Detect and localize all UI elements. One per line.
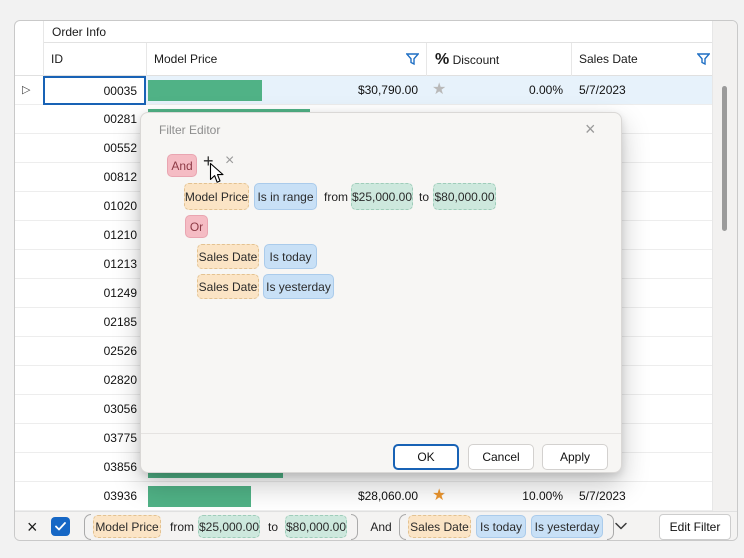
cell-id: 00035 xyxy=(45,77,146,105)
group-bracket xyxy=(351,514,358,540)
apply-button[interactable]: Apply xyxy=(542,444,608,470)
cell-discount: 0.00% xyxy=(426,76,571,104)
filter-field-pill[interactable]: Sales Date xyxy=(408,515,471,538)
check-icon xyxy=(55,522,66,531)
condition-field-pill[interactable]: Model Price xyxy=(184,183,249,210)
dialog-footer-divider xyxy=(141,433,621,434)
condition-value-pill[interactable]: $25,000.00 xyxy=(351,183,413,210)
cell-price: $30,790.00 xyxy=(146,76,426,104)
group-bracket xyxy=(607,514,614,540)
filter-field-pill[interactable]: Model Price xyxy=(93,515,161,538)
close-filter-icon[interactable]: × xyxy=(27,514,38,540)
filter-icon[interactable] xyxy=(697,53,710,66)
cell-id: 02526 xyxy=(43,337,146,365)
condition-value-pill[interactable]: $80,000.00 xyxy=(433,183,496,210)
cancel-button[interactable]: Cancel xyxy=(468,444,534,470)
filter-enabled-checkbox[interactable] xyxy=(51,517,70,536)
column-header-id[interactable]: ID xyxy=(51,43,63,76)
cell-id: 03056 xyxy=(43,395,146,423)
remove-condition-icon[interactable]: × xyxy=(225,152,234,170)
close-icon[interactable]: × xyxy=(585,117,596,141)
column-header-model-price[interactable]: Model Price xyxy=(154,43,217,76)
cell-id: 01249 xyxy=(43,279,146,307)
filter-icon[interactable] xyxy=(406,53,419,66)
column-header-discount[interactable]: % Discount xyxy=(435,43,499,76)
filter-operator-pill[interactable]: Is today xyxy=(476,515,526,538)
cell-discount: 10.00% xyxy=(426,482,571,510)
focused-cell[interactable]: 00035 xyxy=(43,76,146,105)
band-header[interactable]: Order Info xyxy=(43,21,712,43)
app-window: Order Info ID Model Price % Discount Sal… xyxy=(0,0,744,558)
cell-date: 5/7/2023 xyxy=(571,482,712,510)
group-operator-pill[interactable]: Or xyxy=(185,215,208,238)
condition-text: from xyxy=(324,183,348,210)
band-header-label: Order Info xyxy=(52,25,106,39)
condition-operator-pill[interactable]: Is in range xyxy=(254,183,317,210)
group-bracket xyxy=(399,514,406,540)
root-operator-pill[interactable]: And xyxy=(167,154,197,177)
cell-id: 00552 xyxy=(43,134,146,162)
cell-id: 03856 xyxy=(43,453,146,481)
mouse-cursor xyxy=(209,162,226,185)
filter-operator-pill[interactable]: Is yesterday xyxy=(531,515,603,538)
cell-id: 00281 xyxy=(43,105,146,133)
filter-panel: × Model Price from $25,000.00 to $80,000… xyxy=(15,511,737,541)
column-header-sales-date[interactable]: Sales Date xyxy=(579,43,638,76)
table-row[interactable]: 03936 $28,060.00 ★ 10.00% 5/7/2023 xyxy=(15,482,712,511)
condition-text: to xyxy=(417,183,431,210)
cell-id: 01210 xyxy=(43,221,146,249)
filter-text: from xyxy=(167,512,197,541)
condition-field-pill[interactable]: Sales Date xyxy=(197,274,259,299)
percent-icon: % xyxy=(435,51,449,68)
condition-field-pill[interactable]: Sales Date xyxy=(197,244,259,269)
cell-price: $28,060.00 xyxy=(146,482,426,510)
edit-filter-button[interactable]: Edit Filter xyxy=(659,514,731,540)
group-bracket xyxy=(84,514,91,540)
dialog-title: Filter Editor xyxy=(159,123,220,137)
ok-button[interactable]: OK xyxy=(393,444,459,470)
cell-id: 03775 xyxy=(43,424,146,452)
cell-id: 01020 xyxy=(43,192,146,220)
table-row[interactable]: ▷ $30,790.00 ★ 0.00% 5/7/2023 00035 xyxy=(15,76,712,105)
cell-id: 03936 xyxy=(43,482,146,510)
filter-value-pill[interactable]: $80,000.00 xyxy=(285,515,347,538)
cell-id: 02820 xyxy=(43,366,146,394)
cell-id: 00812 xyxy=(43,163,146,191)
condition-operator-pill[interactable]: Is yesterday xyxy=(263,274,334,299)
cell-id: 01213 xyxy=(43,250,146,278)
filter-text: to xyxy=(264,512,282,541)
filter-value-pill[interactable]: $25,000.00 xyxy=(198,515,260,538)
cell-id: 02185 xyxy=(43,308,146,336)
cell-date: 5/7/2023 xyxy=(571,76,712,104)
vertical-scrollbar-thumb[interactable] xyxy=(722,86,727,231)
condition-operator-pill[interactable]: Is today xyxy=(264,244,317,269)
filter-operator-text: And xyxy=(365,512,397,541)
chevron-down-icon[interactable] xyxy=(614,521,628,531)
column-header-row: ID Model Price % Discount Sales Date xyxy=(15,43,712,76)
row-indicator-icon: ▷ xyxy=(22,83,30,96)
